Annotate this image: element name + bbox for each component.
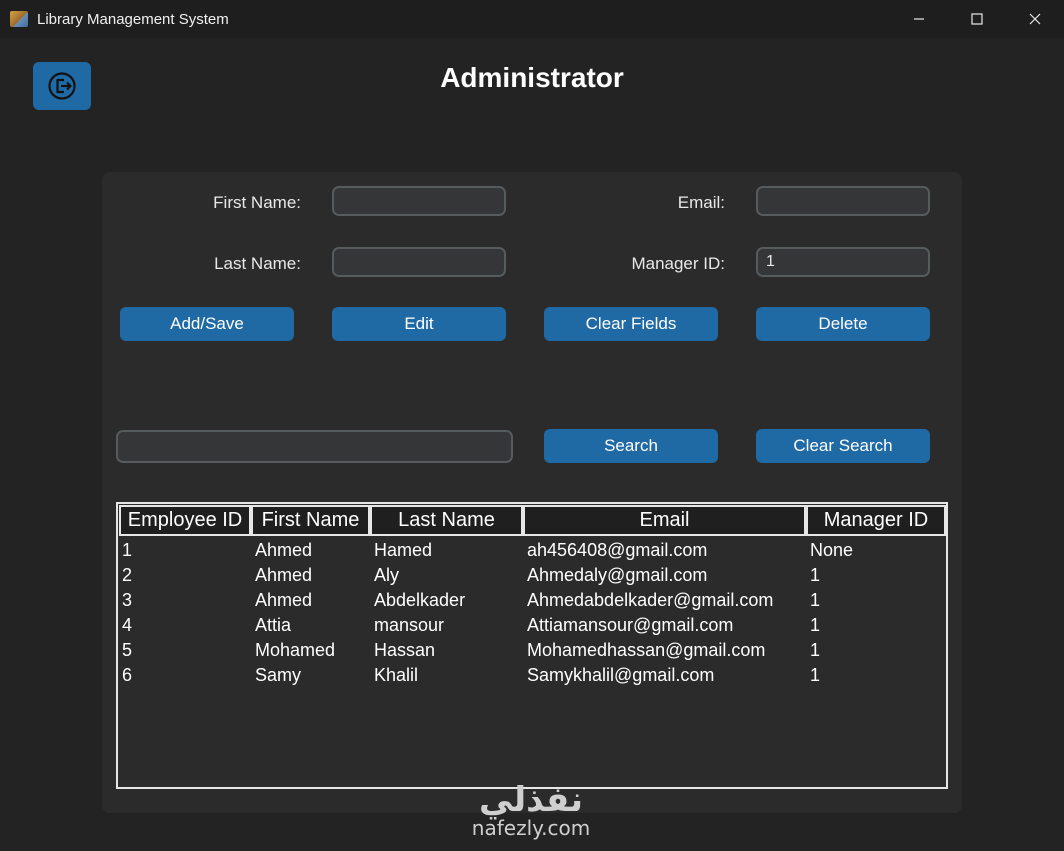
column-header-last-name[interactable]: Last Name [370, 505, 523, 536]
manager-id-field[interactable] [756, 247, 930, 277]
last-name-label: Last Name: [214, 254, 301, 273]
cell-manager-id: 1 [810, 565, 821, 585]
cell-first-name: Ahmed [255, 590, 313, 610]
cell-last-name: Khalil [374, 665, 419, 685]
window-controls [890, 0, 1064, 38]
watermark-url: nafezly.com [471, 816, 591, 840]
cell-first-name: Ahmed [255, 565, 313, 585]
cell-first-name: Ahmed [255, 540, 313, 560]
watermark: نفذلي nafezly.com [466, 783, 596, 839]
cell-manager-id: 1 [810, 590, 821, 610]
table-header: Employee ID First Name Last Name Email M… [118, 504, 946, 538]
cell-last-name: Hamed [374, 540, 433, 560]
table-row[interactable]: 3 Ahmed Abdelkader Ahmedabdelkader@gmail… [118, 590, 946, 615]
cell-employee-id: 4 [122, 615, 133, 635]
close-button[interactable] [1006, 0, 1064, 38]
cell-email: Ahmedabdelkader@gmail.com [527, 590, 774, 610]
add-save-button[interactable]: Add/Save [120, 307, 294, 341]
cell-last-name: Hassan [374, 640, 436, 660]
minimize-icon [914, 18, 924, 20]
table-row[interactable]: 5 Mohamed Hassan Mohamedhassan@gmail.com… [118, 640, 946, 665]
clear-fields-button[interactable]: Clear Fields [544, 307, 718, 341]
cell-employee-id: 3 [122, 590, 133, 610]
cell-manager-id: 1 [810, 640, 821, 660]
column-header-first-name[interactable]: First Name [251, 505, 370, 536]
employee-table[interactable]: Employee ID First Name Last Name Email M… [116, 502, 948, 789]
cell-employee-id: 1 [122, 540, 133, 560]
close-icon [1029, 13, 1041, 25]
table-row[interactable]: 4 Attia mansour Attiamansour@gmail.com 1 [118, 615, 946, 640]
last-name-field[interactable] [332, 247, 506, 277]
cell-last-name: Aly [374, 565, 400, 585]
cell-employee-id: 2 [122, 565, 133, 585]
cell-email: Attiamansour@gmail.com [527, 615, 734, 635]
watermark-arabic: نفذلي [478, 780, 584, 820]
search-button[interactable]: Search [544, 429, 718, 463]
cell-manager-id: 1 [810, 665, 821, 685]
window-title: Library Management System [37, 10, 229, 28]
email-field[interactable] [756, 186, 930, 216]
table-row[interactable]: 6 Samy Khalil Samykhalil@gmail.com 1 [118, 665, 946, 690]
cell-employee-id: 6 [122, 665, 133, 685]
column-header-employee-id[interactable]: Employee ID [119, 505, 251, 536]
column-header-email[interactable]: Email [523, 505, 806, 536]
maximize-button[interactable] [948, 0, 1006, 38]
minimize-button[interactable] [890, 0, 948, 38]
cell-email: Samykhalil@gmail.com [527, 665, 715, 685]
manager-id-label: Manager ID: [631, 254, 725, 273]
maximize-icon [971, 13, 983, 25]
table-row[interactable]: 1 Ahmed Hamed ah456408@gmail.com None [118, 540, 946, 565]
app-icon [10, 11, 28, 27]
title-bar: Library Management System [0, 0, 1064, 38]
cell-first-name: Samy [255, 665, 302, 685]
cell-employee-id: 5 [122, 640, 133, 660]
cell-email: Ahmedaly@gmail.com [527, 565, 708, 585]
table-row[interactable]: 2 Ahmed Aly Ahmedaly@gmail.com 1 [118, 565, 946, 590]
column-header-manager-id[interactable]: Manager ID [806, 505, 946, 536]
first-name-field[interactable] [332, 186, 506, 216]
clear-search-button[interactable]: Clear Search [756, 429, 930, 463]
cell-manager-id: None [810, 540, 854, 560]
cell-first-name: Attia [255, 615, 292, 635]
cell-last-name: mansour [374, 615, 445, 635]
email-label: Email: [677, 193, 725, 212]
search-input[interactable] [116, 430, 513, 463]
cell-first-name: Mohamed [255, 640, 336, 660]
edit-button[interactable]: Edit [332, 307, 506, 341]
cell-email: ah456408@gmail.com [527, 540, 708, 560]
cell-manager-id: 1 [810, 615, 821, 635]
first-name-label: First Name: [213, 193, 301, 212]
cell-last-name: Abdelkader [374, 590, 466, 610]
delete-button[interactable]: Delete [756, 307, 930, 341]
cell-email: Mohamedhassan@gmail.com [527, 640, 766, 660]
page-title: Administrator [440, 62, 624, 93]
